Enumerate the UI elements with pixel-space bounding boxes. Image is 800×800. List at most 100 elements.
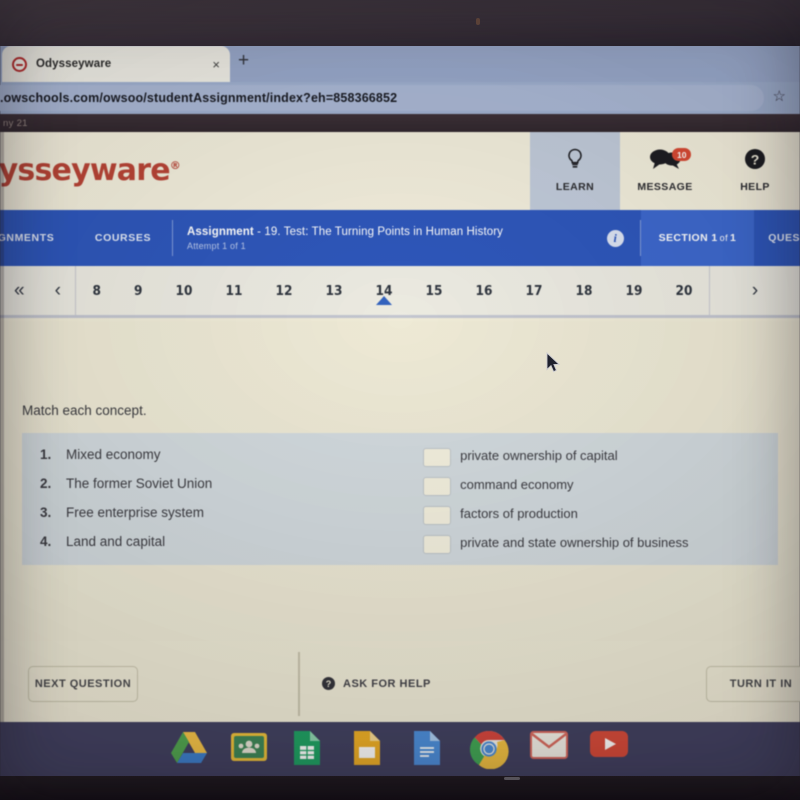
concept-row: 1. Mixed economy [40, 447, 415, 462]
next-question-button[interactable]: NEXT QUESTION [28, 665, 138, 702]
attempt-label: Attempt 1 of 1 [187, 240, 246, 251]
google-chrome-icon[interactable] [469, 729, 511, 771]
answer-dropzone-input[interactable] [423, 477, 452, 496]
concept-text: Mixed economy [66, 447, 161, 462]
answer-row: factors of production [423, 505, 778, 525]
pager-number[interactable]: 13 [326, 283, 343, 299]
lightbulb-icon [566, 148, 584, 174]
url-text: .owschools.com/owsoo/studentAssignment/i… [0, 91, 398, 105]
google-docs-icon[interactable] [409, 729, 451, 771]
os-status-strip: ny 21 [0, 114, 800, 132]
assignment-name: - 19. Test: The Turning Points in Human … [253, 225, 504, 238]
google-drive-icon[interactable] [169, 729, 211, 771]
assignment-title-block: Assignment - 19. Test: The Turning Point… [173, 210, 591, 266]
concept-text: Free enterprise system [66, 505, 205, 520]
turn-it-in-button[interactable]: TURN IT IN [706, 665, 800, 702]
youtube-icon[interactable] [589, 729, 631, 771]
nav-item-assignments[interactable]: GNMENTS [0, 210, 74, 266]
bookmark-star-icon[interactable]: ☆ [773, 89, 786, 104]
section-total: 1 [729, 232, 737, 244]
site-logo[interactable]: dysseyware® [0, 130, 530, 210]
site-header: dysseyware® LEARN 10 MESSAGE ? HELP [0, 130, 800, 210]
answers-column: private ownership of capital command eco… [415, 433, 778, 565]
answer-text: private ownership of capital [460, 448, 618, 463]
question-content: Match each concept. 1. Mixed economy 2. … [0, 321, 800, 726]
pager-number[interactable]: 15 [426, 283, 443, 299]
close-icon[interactable]: × [212, 58, 220, 71]
browser-tab-strip: Odysseyware × + [0, 42, 800, 82]
logo-registered-mark: ® [169, 158, 181, 172]
assignment-nav-bar: GNMENTS COURSES Assignment - 19. Test: T… [0, 210, 800, 266]
pager-number[interactable]: 8 [92, 283, 100, 299]
action-divider [298, 651, 300, 716]
logo-text: dysseyware [0, 152, 171, 188]
section-current: 1 [711, 232, 718, 244]
answer-text: factors of production [460, 506, 578, 521]
google-classroom-icon[interactable] [229, 729, 271, 771]
address-field[interactable]: .owschools.com/owsoo/studentAssignment/i… [0, 85, 764, 111]
answer-row: private ownership of capital [423, 447, 778, 467]
pager-arrows: « ‹ [0, 266, 76, 315]
header-button-message[interactable]: 10 MESSAGE [620, 130, 710, 210]
google-sheets-icon[interactable] [289, 729, 331, 771]
header-button-help[interactable]: ? HELP [710, 130, 800, 210]
gmail-icon[interactable] [529, 729, 571, 771]
question-prompt: Match each concept. [22, 403, 147, 418]
new-tab-button[interactable]: + [238, 51, 249, 70]
section-label: SECTION [658, 232, 709, 244]
pager-prev-icon[interactable]: ‹ [55, 281, 61, 300]
browser-chrome: Odysseyware × + .owschools.com/owsoo/stu… [0, 42, 800, 114]
answer-text: command economy [460, 477, 574, 492]
assignment-info-button[interactable]: i [591, 210, 640, 266]
action-bar: NEXT QUESTION ? ASK FOR HELP TURN IT IN [0, 641, 800, 726]
pager-number-current[interactable]: 14 [376, 283, 392, 305]
nav-item-courses[interactable]: COURSES [74, 210, 172, 266]
question-circle-icon: ? [744, 148, 766, 174]
concept-number: 2. [40, 476, 52, 491]
answer-dropzone-input[interactable] [423, 535, 452, 554]
pager-number[interactable]: 18 [576, 283, 593, 299]
answer-text: private and state ownership of business [460, 535, 689, 550]
google-slides-icon[interactable] [349, 729, 391, 771]
assignment-label: Assignment [187, 225, 254, 238]
pager-number[interactable]: 9 [134, 283, 142, 299]
answer-dropzone-input[interactable] [423, 448, 452, 467]
browser-tab-odysseyware[interactable]: Odysseyware × [2, 46, 230, 82]
question-pager: « ‹ 8 9 10 11 12 13 14 15 16 17 18 19 20… [0, 266, 800, 318]
pager-next-icon[interactable]: › [710, 266, 800, 315]
question-mark-icon: ? [322, 677, 335, 690]
pager-number[interactable]: 17 [526, 283, 543, 299]
concept-number: 3. [40, 505, 52, 520]
concept-row: 4. Land and capital [40, 534, 415, 549]
concept-number: 1. [40, 447, 52, 462]
header-button-message-label: MESSAGE [637, 180, 693, 193]
bezel-speck [476, 18, 480, 25]
laptop-bezel-top [0, 0, 800, 46]
os-date-label: ny 21 [3, 117, 28, 129]
tab-title: Odysseyware [36, 58, 112, 70]
concepts-column: 1. Mixed economy 2. The former Soviet Un… [22, 433, 415, 565]
mouse-cursor [546, 351, 561, 379]
ask-for-help-button[interactable]: ? ASK FOR HELP [322, 677, 431, 690]
concept-number: 4. [40, 534, 52, 549]
pager-number[interactable]: 10 [176, 283, 193, 299]
current-question-caret-icon [376, 295, 392, 305]
answer-row: command economy [423, 476, 778, 496]
pager-number[interactable]: 20 [676, 283, 693, 299]
question-indicator[interactable]: QUES [754, 210, 800, 266]
photo-of-laptop-screen: Odysseyware × + .owschools.com/owsoo/stu… [0, 0, 800, 800]
message-count-badge: 10 [672, 148, 692, 162]
laptop-bezel-bottom [0, 776, 800, 800]
screen-edge-shadow [0, 130, 4, 726]
pager-number[interactable]: 19 [626, 283, 643, 299]
pager-number[interactable]: 16 [476, 283, 493, 299]
matching-panel: 1. Mixed economy 2. The former Soviet Un… [22, 433, 778, 565]
pager-number[interactable]: 11 [226, 283, 243, 299]
answer-dropzone-input[interactable] [423, 506, 452, 525]
header-button-learn-label: LEARN [555, 180, 595, 193]
section-indicator[interactable]: SECTION 1 of 1 [640, 210, 755, 266]
header-button-learn[interactable]: LEARN [530, 130, 620, 210]
pager-first-icon[interactable]: « [14, 281, 25, 300]
pager-number[interactable]: 12 [276, 283, 293, 299]
svg-text:?: ? [751, 151, 760, 167]
